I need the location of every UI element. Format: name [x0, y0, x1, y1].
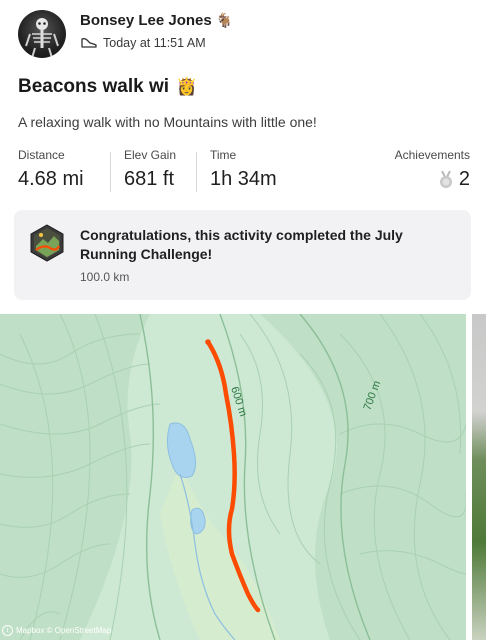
activity-timestamp: Today at 11:51 AM: [103, 36, 206, 50]
stat-divider: [110, 152, 111, 192]
activity-title-text: Beacons walk wi: [18, 76, 170, 97]
avatar[interactable]: [18, 10, 66, 58]
stat-elev-gain-value: 681 ft: [124, 168, 175, 190]
route-map[interactable]: 600 m 700 m i Mapbox © OpenStreetMap: [0, 314, 466, 640]
challenge-card[interactable]: Congratulations, this activity completed…: [14, 210, 471, 300]
stat-time-label: Time: [210, 148, 237, 162]
info-icon[interactable]: i: [2, 625, 13, 636]
stat-divider: [196, 152, 197, 192]
activity-description: A relaxing walk with no Mountains with l…: [18, 114, 317, 130]
stat-elev-gain-label: Elev Gain: [124, 148, 177, 162]
challenge-badge-icon: [30, 224, 64, 262]
stat-achievements-label: Achievements: [394, 148, 470, 162]
athlete-name-text[interactable]: Bonsey Lee Jones: [80, 12, 212, 29]
stat-time: Time 1h 34m: [210, 148, 277, 191]
hiking-shoe-icon: [81, 38, 97, 48]
stat-elev-gain: Elev Gain 681 ft: [124, 148, 176, 191]
activity-title: Beacons walk wi 👸: [18, 76, 197, 98]
activity-meta: Today at 11:51 AM: [80, 36, 206, 50]
stats-row: Distance 4.68 mi Elev Gain 681 ft Time 1…: [18, 148, 470, 198]
challenge-title: Congratulations, this activity completed…: [80, 227, 403, 262]
stat-achievements-value: 2: [458, 168, 470, 190]
medal-icon: [439, 170, 452, 188]
activity-header: Bonsey Lee Jones 🐐 Today at 11:51 AM: [18, 10, 478, 60]
photo-thumbnail-edge[interactable]: [472, 314, 486, 640]
athlete-name[interactable]: Bonsey Lee Jones 🐐: [80, 12, 233, 29]
challenge-subtitle: 100.0 km: [80, 270, 130, 284]
stat-distance-label: Distance: [18, 148, 65, 162]
map-attribution[interactable]: i Mapbox © OpenStreetMap: [2, 625, 111, 636]
stat-distance: Distance 4.68 mi: [18, 148, 84, 191]
princess-emoji: 👸: [176, 77, 198, 96]
map-attribution-text: Mapbox © OpenStreetMap: [16, 626, 112, 635]
stat-achievements[interactable]: Achievements 2: [395, 148, 470, 191]
stat-distance-value: 4.68 mi: [18, 168, 84, 190]
goat-emoji: 🐐: [215, 12, 234, 28]
stat-time-value: 1h 34m: [210, 168, 277, 190]
